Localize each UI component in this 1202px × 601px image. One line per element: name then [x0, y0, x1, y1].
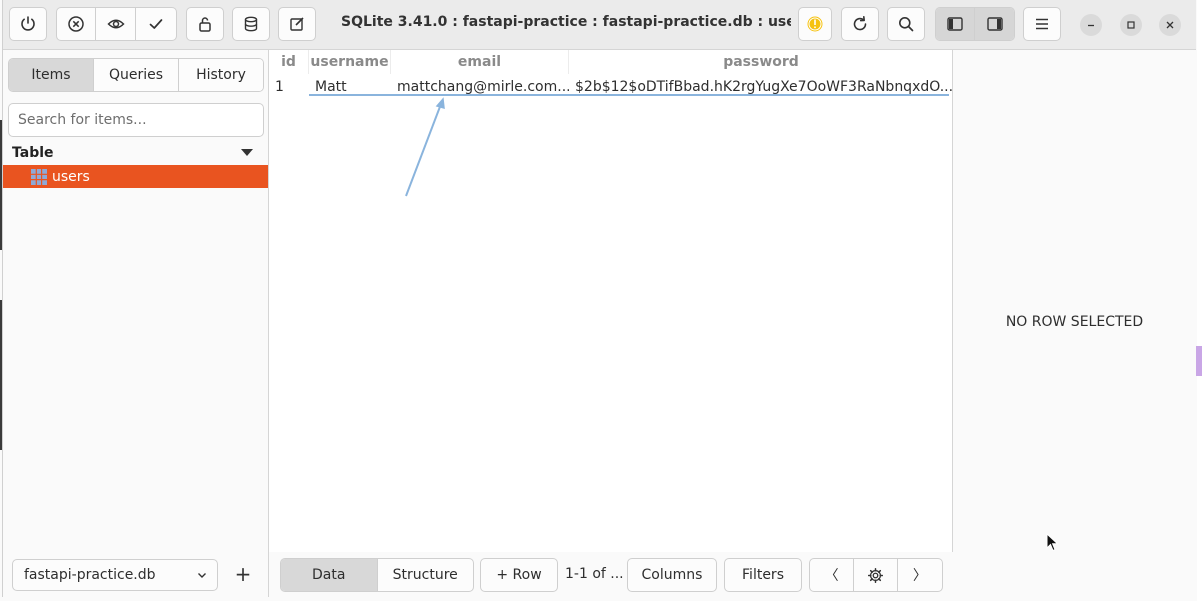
tab-structure[interactable]: Structure: [378, 559, 474, 591]
next-page-button[interactable]: 〉: [898, 559, 942, 591]
table-icon: [31, 168, 47, 185]
app-window: SQLite 3.41.0 : fastapi-practice : fasta…: [2, 0, 1196, 597]
maximize-icon: [1127, 21, 1135, 29]
warning-icon: [807, 16, 823, 32]
database-icon: [244, 16, 258, 32]
eye-icon: [106, 19, 125, 29]
lock-button[interactable]: [186, 7, 224, 41]
page-nav-group: 〈 〉: [809, 558, 943, 592]
close-circle-icon: [68, 16, 84, 32]
hamburger-menu-icon: [1036, 18, 1048, 30]
main-menu-button[interactable]: [1023, 7, 1061, 41]
toggle-right-panel-button[interactable]: [975, 8, 1014, 40]
data-grid: id username email password 1 Matt mattch…: [269, 50, 953, 552]
bottom-toolbar: Data Structure + Row 1-1 of ... Columns …: [269, 552, 953, 597]
database-button[interactable]: [232, 7, 270, 41]
edit-query-button[interactable]: [278, 7, 316, 41]
left-panel-icon: [947, 17, 963, 31]
unlock-icon: [199, 17, 211, 32]
power-icon: [21, 16, 35, 31]
minimize-icon: [1088, 24, 1094, 27]
search-icon: [899, 17, 914, 32]
edit-icon: [290, 17, 304, 31]
sidebar-tabs: Items Queries History: [8, 58, 264, 92]
search-items-input[interactable]: [8, 103, 264, 137]
close-icon: [1166, 21, 1174, 29]
columns-button[interactable]: Columns: [627, 558, 717, 592]
row-detail-panel: NO ROW SELECTED: [953, 50, 1196, 597]
view-tabs: Data Structure: [280, 558, 474, 592]
header-bar: SQLite 3.41.0 : fastapi-practice : fasta…: [3, 0, 1196, 50]
grid-settings-button[interactable]: [854, 559, 898, 591]
minimize-button[interactable]: [1080, 14, 1102, 36]
panel-toggle-group: [935, 7, 1015, 41]
chevron-down-icon: [198, 573, 206, 578]
section-header-table[interactable]: Table: [12, 145, 262, 165]
add-database-button[interactable]: +: [231, 562, 255, 586]
maximize-button[interactable]: [1120, 14, 1142, 36]
database-select[interactable]: fastapi-practice.db: [12, 559, 218, 591]
sidebar: Items Queries History Table users fastap…: [3, 50, 269, 597]
refresh-icon: [853, 16, 867, 31]
empty-state-message: NO ROW SELECTED: [1005, 314, 1144, 330]
transaction-group: [56, 7, 177, 41]
window-title: SQLite 3.41.0 : fastapi-practice : fasta…: [341, 14, 791, 30]
sidebar-item-users[interactable]: users: [3, 165, 268, 188]
toggle-left-panel-button[interactable]: [936, 8, 976, 40]
tab-queries[interactable]: Queries: [94, 59, 179, 91]
pagination-status: 1-1 of ...: [565, 566, 624, 582]
preview-button[interactable]: [96, 8, 136, 40]
tab-data[interactable]: Data: [281, 559, 378, 591]
background-margin: [1197, 0, 1202, 601]
refresh-button[interactable]: [841, 7, 879, 41]
right-panel-icon: [986, 17, 1003, 31]
commit-button[interactable]: [136, 8, 176, 40]
rollback-button[interactable]: [57, 8, 97, 40]
database-select-value: fastapi-practice.db: [24, 567, 156, 583]
gear-icon: [867, 567, 884, 583]
mouse-cursor-icon: [1046, 533, 1059, 552]
filters-button[interactable]: Filters: [724, 558, 802, 592]
previous-page-button[interactable]: 〈: [810, 559, 855, 591]
tab-items[interactable]: Items: [9, 59, 94, 91]
checkmark-icon: [149, 19, 163, 29]
add-row-button[interactable]: + Row: [480, 558, 558, 592]
close-window-button[interactable]: [1159, 14, 1181, 36]
search-button[interactable]: [887, 7, 925, 41]
collapse-caret-icon[interactable]: [241, 149, 253, 156]
warning-button[interactable]: [798, 7, 832, 41]
tab-history[interactable]: History: [179, 59, 263, 91]
sidebar-item-label: users: [52, 168, 90, 185]
disconnect-button[interactable]: [9, 7, 47, 41]
annotation-arrow: [405, 97, 445, 197]
